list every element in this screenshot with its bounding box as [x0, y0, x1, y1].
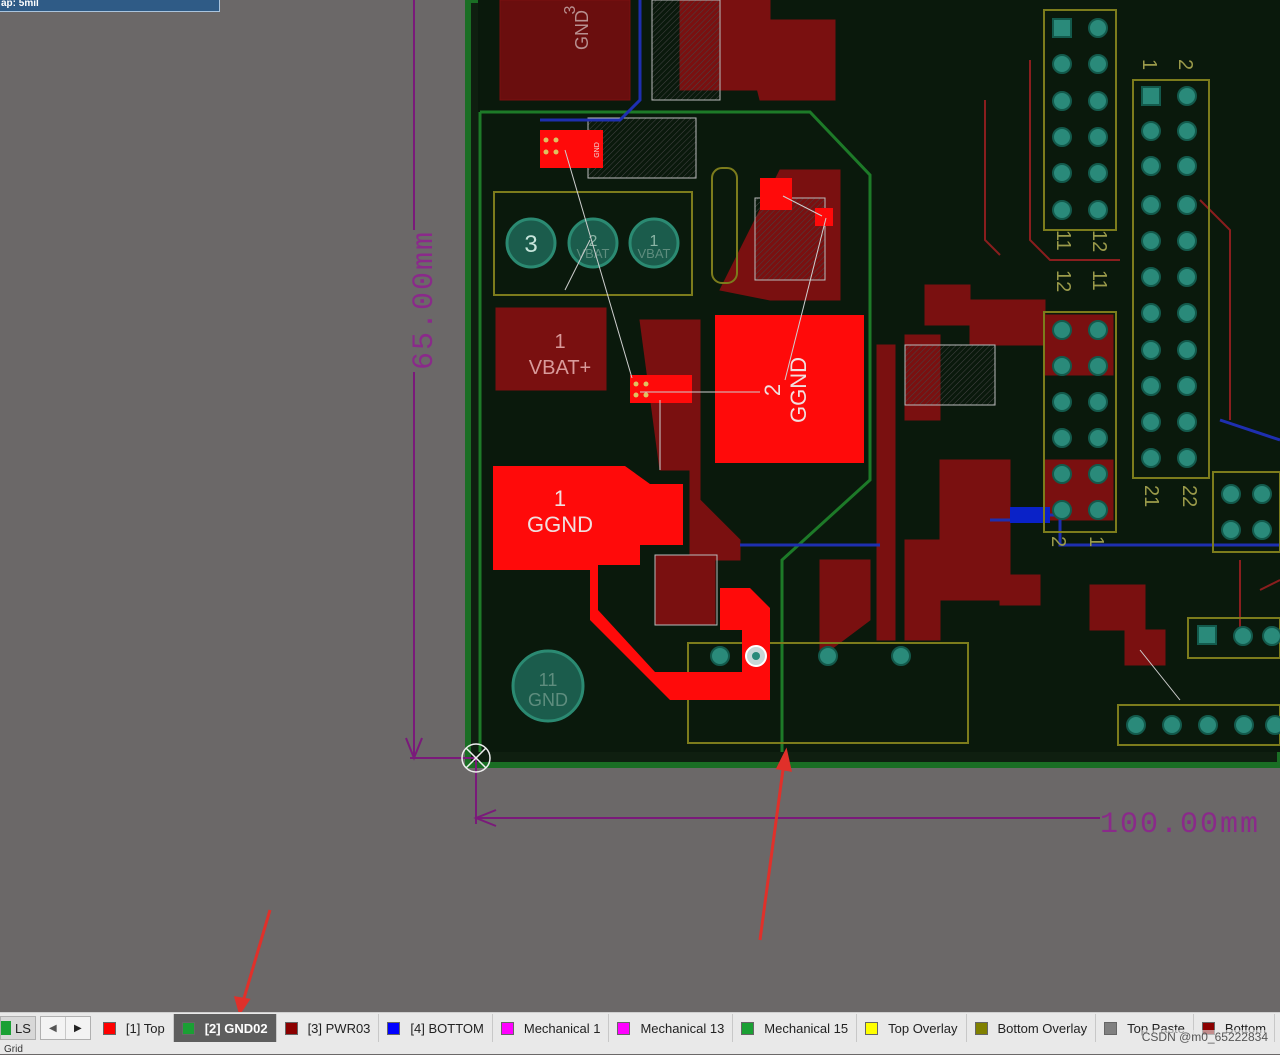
dimension-height-label: 65.00mm — [408, 230, 442, 370]
batt-pin-1-label: VBAT — [638, 246, 671, 261]
layer-color-swatch — [181, 1021, 195, 1035]
header-d-pin2: 1 — [1085, 536, 1107, 547]
layer-tab-label: [3] PWR03 — [307, 1020, 371, 1036]
layer-nav: ◀ ▶ — [39, 1016, 91, 1040]
prev-layer-icon[interactable]: ◀ — [41, 1017, 65, 1039]
header-b-pin1: 12 — [1052, 270, 1074, 292]
layer-set-label: LS — [15, 1020, 31, 1036]
layer-tab[interactable]: Mechanical 1 — [493, 1014, 610, 1042]
layer-tab-label: [4] BOTTOM — [410, 1020, 484, 1036]
layer-color-swatch — [974, 1021, 988, 1035]
header-c-pin1: 11 — [1052, 230, 1074, 251]
layer-tab-label: [1] Top — [125, 1020, 165, 1036]
layer-tab-label: Top Overlay — [888, 1020, 958, 1036]
header-a-pin22: 22 — [1178, 485, 1200, 507]
layer-tab-label: Mechanical 13 — [640, 1020, 725, 1036]
header-a-pin2: 2 — [1174, 59, 1196, 70]
ggnd-big-num: 2 — [760, 384, 785, 396]
layer-tab-label: Bottom Overlay — [997, 1020, 1088, 1036]
layer-tab-label: Mechanical 15 — [764, 1020, 849, 1036]
ic-body-2 — [754, 197, 826, 281]
annotation-arrows — [233, 747, 792, 1012]
layer-color-swatch — [865, 1021, 879, 1035]
status-row: Grid — [0, 1042, 1280, 1055]
vbat-pad-net: VBAT+ — [529, 357, 591, 379]
batt-pin-3: 3 — [524, 231, 537, 258]
layer-tab[interactable]: [4] BOTTOM — [379, 1014, 493, 1042]
small-top-net: GND — [572, 10, 592, 50]
layer-tab[interactable]: Bottom Overlay — [967, 1014, 1097, 1042]
layer-tab-bar: LS ◀ ▶ [1] Top [2] GND02 [3] PWR03 [4] BOTT… — [0, 1012, 1280, 1043]
layer-color-swatch — [387, 1021, 401, 1035]
ic-body-3 — [904, 344, 996, 406]
vbat-pad-num: 1 — [554, 331, 565, 353]
layer-color-swatch — [617, 1021, 631, 1035]
small-gnd-label: GND — [594, 142, 601, 158]
next-layer-icon[interactable]: ▶ — [64, 1017, 90, 1039]
layer-tab[interactable]: Top Overlay — [857, 1014, 967, 1042]
batt-pin-2-label: VBAT — [577, 246, 610, 261]
ggnd-left-net: GGND — [527, 512, 593, 537]
ggnd-left-num: 1 — [554, 486, 566, 511]
layer-color-swatch — [741, 1021, 755, 1035]
layer-tab[interactable]: [1] Top — [95, 1014, 174, 1042]
ggnd-big-net: GGND — [786, 357, 811, 423]
layer-color-swatch — [1104, 1021, 1118, 1035]
pcb-canvas[interactable]: 3 2 1 VBAT VBAT 1 VBAT+ 2 GGND 1 GGND GN… — [0, 0, 1280, 1012]
dimension-width-label: 100.00mm — [1100, 808, 1260, 842]
layer-tab-label: Mechanical 1 — [523, 1020, 601, 1036]
layer-tab[interactable]: Mechanical 13 — [609, 1014, 734, 1042]
header-d-pin1: 2 — [1047, 536, 1069, 547]
layer-tab-label: [2] GND02 — [204, 1020, 268, 1036]
header-a-pin21: 21 — [1140, 485, 1162, 507]
header-b-pin2: 11 — [1088, 270, 1110, 291]
header-c-pin2: 12 — [1088, 230, 1110, 252]
header-a-pin1: 1 — [1138, 59, 1160, 70]
layer-color-swatch — [500, 1021, 514, 1035]
gnd-pad-net: GND — [528, 690, 568, 710]
status-text: Grid — [4, 1044, 23, 1055]
snap-indicator: ap: 5mil — [0, 0, 220, 12]
layer-tab[interactable]: Mechanical 15 — [733, 1014, 858, 1042]
layer-set-icon — [1, 1021, 11, 1035]
watermark: CSDN @m0_65222834 — [1141, 1030, 1268, 1044]
layer-tab[interactable]: [3] PWR03 — [277, 1014, 380, 1042]
gnd-pad-num: 11 — [539, 670, 558, 690]
layer-color-swatch — [284, 1021, 298, 1035]
layer-color-swatch — [102, 1021, 116, 1035]
layer-set-button[interactable]: LS — [0, 1016, 36, 1040]
ic-body-1 — [587, 117, 697, 179]
layer-tab[interactable]: [2] GND02 — [173, 1014, 277, 1042]
